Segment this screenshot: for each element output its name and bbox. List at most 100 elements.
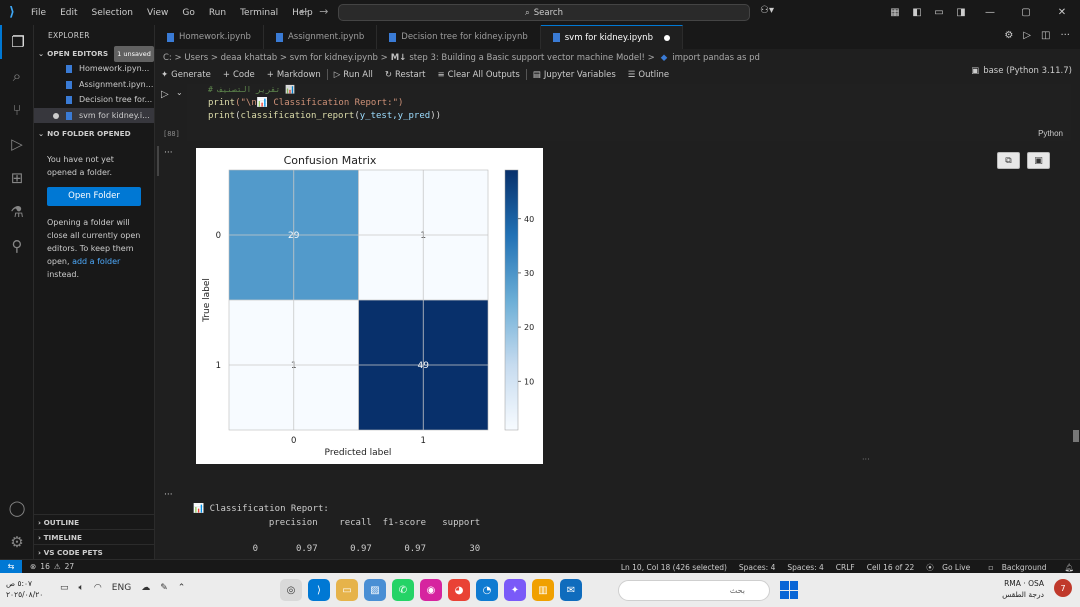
app-store-icon[interactable]: ▥ bbox=[532, 579, 554, 601]
tab-assignment[interactable]: Assignment.ipynb bbox=[264, 25, 378, 49]
settings-gear-icon[interactable]: ⚙ bbox=[1004, 30, 1013, 41]
save-output-icon[interactable]: ▣ bbox=[1027, 152, 1050, 169]
code-cell-editor[interactable]: # تقرير التصنيف 📊 print("\n📊 Classificat… bbox=[187, 84, 1071, 141]
toggle-panel-icon[interactable]: ▭ bbox=[928, 7, 950, 18]
toggle-secondary-sidebar-icon[interactable]: ◨ bbox=[950, 7, 972, 18]
menu-item-view[interactable]: View bbox=[140, 8, 175, 18]
cursor-position[interactable]: Ln 10, Col 18 (426 selected) bbox=[615, 563, 733, 572]
scrollbar-thumb[interactable] bbox=[1073, 430, 1079, 442]
kernel-picker[interactable]: ▣ base (Python 3.11.7) bbox=[971, 66, 1072, 76]
clear-outputs-button[interactable]: ≡ Clear All Outputs bbox=[432, 70, 526, 80]
mic-icon[interactable]: ✎ bbox=[160, 583, 168, 593]
windows-start-icon[interactable] bbox=[780, 581, 798, 599]
back-arrow-icon[interactable]: ← bbox=[300, 5, 309, 18]
outline-button[interactable]: ☰ Outline bbox=[622, 70, 675, 80]
open-editor-item[interactable]: Homework.ipyn... bbox=[34, 61, 154, 77]
tab-decision-tree[interactable]: Decision tree for kidney.ipynb bbox=[377, 25, 541, 49]
copilot-icon[interactable]: ⚇▾ bbox=[760, 5, 774, 16]
clock[interactable]: ٥:٠٧ ص ٢٠٢٥/٠٨/٢٠ bbox=[6, 578, 43, 600]
output-more-icon[interactable]: ··· bbox=[164, 148, 173, 158]
copy-output-icon[interactable]: ⧉ bbox=[997, 152, 1020, 169]
tab-homework[interactable]: Homework.ipynb bbox=[155, 25, 264, 49]
app-settings-icon[interactable]: ◎ bbox=[280, 579, 302, 601]
app-edge-icon[interactable]: ◔ bbox=[476, 579, 498, 601]
more-actions-icon[interactable]: ··· bbox=[1060, 30, 1070, 41]
app-mail-icon[interactable]: ✉ bbox=[560, 579, 582, 601]
timeline-section[interactable]: › TIMELINE bbox=[34, 529, 155, 544]
app-files-icon[interactable]: ▭ bbox=[336, 579, 358, 601]
cloud-icon[interactable]: ☁ bbox=[141, 583, 150, 593]
forward-arrow-icon[interactable]: → bbox=[319, 5, 328, 18]
account-icon[interactable]: ◯ bbox=[0, 491, 34, 525]
split-editor-icon[interactable]: ◫ bbox=[1041, 30, 1050, 41]
taskbar-search[interactable]: بحث bbox=[618, 580, 770, 601]
indent-setting[interactable]: Spaces: 4 bbox=[733, 563, 781, 572]
close-button[interactable]: ✕ bbox=[1044, 7, 1080, 18]
menu-item-run[interactable]: Run bbox=[202, 8, 233, 18]
app-copilot-icon[interactable]: ✦ bbox=[504, 579, 526, 601]
menu-item-file[interactable]: File bbox=[24, 8, 53, 18]
app-photos-icon[interactable]: ▨ bbox=[364, 579, 386, 601]
menu-item-terminal[interactable]: Terminal bbox=[233, 8, 285, 18]
run-icon[interactable]: ▷ bbox=[1023, 30, 1031, 41]
open-editor-item-active[interactable]: svm for kidney.i... bbox=[34, 107, 154, 123]
extensions-icon[interactable]: ⊞ bbox=[0, 161, 34, 195]
problems-indicator[interactable]: ⊗ 16 ⚠ 27 bbox=[22, 562, 74, 571]
breadcrumb-section[interactable]: step 3: Building a Basic support vector … bbox=[409, 53, 654, 63]
weather-widget[interactable]: RMA · OSA درجة الطقس bbox=[1002, 578, 1044, 600]
explorer-icon[interactable]: ❐ bbox=[0, 25, 34, 59]
chevron-up-icon[interactable]: ⌃ bbox=[178, 583, 186, 593]
add-folder-link[interactable]: add a folder bbox=[72, 257, 120, 266]
cell-info[interactable]: Cell 16 of 22 bbox=[861, 563, 921, 572]
language-indicator[interactable]: ENG bbox=[112, 583, 131, 593]
menu-item-selection[interactable]: Selection bbox=[85, 8, 140, 18]
command-search[interactable]: ⌕ Search bbox=[338, 4, 750, 21]
output-resize-handle[interactable]: ··· bbox=[862, 455, 870, 464]
breadcrumb-path[interactable]: C: > Users > deaa khattab > svm for kidn… bbox=[163, 53, 388, 63]
generate-button[interactable]: ✦ Generate bbox=[155, 70, 217, 80]
background-button[interactable]: ▫ Background bbox=[982, 563, 1058, 572]
open-editor-item[interactable]: Decision tree for... bbox=[34, 92, 154, 108]
tab-svm-kidney[interactable]: svm for kidney.ipynb bbox=[540, 25, 683, 49]
testing-icon[interactable]: ⚗ bbox=[0, 195, 34, 229]
output-more-icon[interactable]: ··· bbox=[164, 490, 173, 500]
volume-icon[interactable]: 🔈︎ bbox=[79, 583, 84, 593]
app-vscode-icon[interactable]: ⟩ bbox=[308, 579, 330, 601]
run-cell-icon[interactable]: ▷ bbox=[161, 89, 169, 100]
restart-button[interactable]: ↻ Restart bbox=[379, 70, 432, 80]
manage-gear-icon[interactable]: ⚙ bbox=[0, 525, 34, 559]
source-control-icon[interactable]: ⑂ bbox=[0, 93, 34, 127]
battery-icon[interactable]: ▭ bbox=[60, 583, 69, 593]
breadcrumb-cell[interactable]: import pandas as pd bbox=[672, 53, 760, 63]
app-chrome-icon[interactable]: ◕ bbox=[448, 579, 470, 601]
menu-item-go[interactable]: Go bbox=[175, 8, 201, 18]
toggle-sidebar-icon[interactable]: ◧ bbox=[906, 7, 928, 18]
layout-icon[interactable]: ▦ bbox=[884, 7, 906, 18]
app-instagram-icon[interactable]: ◉ bbox=[420, 579, 442, 601]
open-editor-item[interactable]: Assignment.ipyn... bbox=[34, 77, 154, 93]
notifications-bell-icon[interactable]: 🔔︎ bbox=[1058, 563, 1080, 572]
go-live-button[interactable]: ⦿ Go Live bbox=[920, 562, 982, 573]
eol-setting[interactable]: CRLF bbox=[830, 563, 861, 572]
app-whatsapp-icon[interactable]: ✆ bbox=[392, 579, 414, 601]
maximize-button[interactable]: ▢ bbox=[1008, 7, 1044, 18]
search-icon[interactable]: ⌕ bbox=[0, 59, 34, 93]
outline-section[interactable]: › OUTLINE bbox=[34, 514, 155, 529]
add-markdown-button[interactable]: + Markdown bbox=[261, 70, 327, 80]
run-debug-icon[interactable]: ▷ bbox=[0, 127, 34, 161]
indent-setting[interactable]: Spaces: 4 bbox=[781, 563, 829, 572]
remote-indicator-icon[interactable]: ⇆ bbox=[0, 559, 22, 574]
vscode-pets-section[interactable]: › VS CODE PETS bbox=[34, 544, 155, 559]
menu-item-edit[interactable]: Edit bbox=[53, 8, 84, 18]
wifi-icon[interactable]: ◠ bbox=[94, 583, 102, 593]
run-all-button[interactable]: ▷ Run All bbox=[328, 70, 379, 80]
remote-explorer-icon[interactable]: ⚲ bbox=[0, 229, 34, 263]
minimize-button[interactable]: — bbox=[972, 7, 1008, 18]
open-editors-header[interactable]: ⌄ OPEN EDITORS 1 unsaved bbox=[34, 46, 154, 62]
notification-badge[interactable]: 7 bbox=[1054, 579, 1072, 597]
jupyter-variables-button[interactable]: ▤ Jupyter Variables bbox=[527, 70, 622, 80]
add-code-button[interactable]: + Code bbox=[217, 70, 261, 80]
chevron-down-icon[interactable]: ⌄ bbox=[176, 88, 183, 97]
cell-language[interactable]: Python bbox=[1038, 129, 1063, 138]
no-folder-header[interactable]: ⌄ NO FOLDER OPENED bbox=[34, 127, 154, 141]
